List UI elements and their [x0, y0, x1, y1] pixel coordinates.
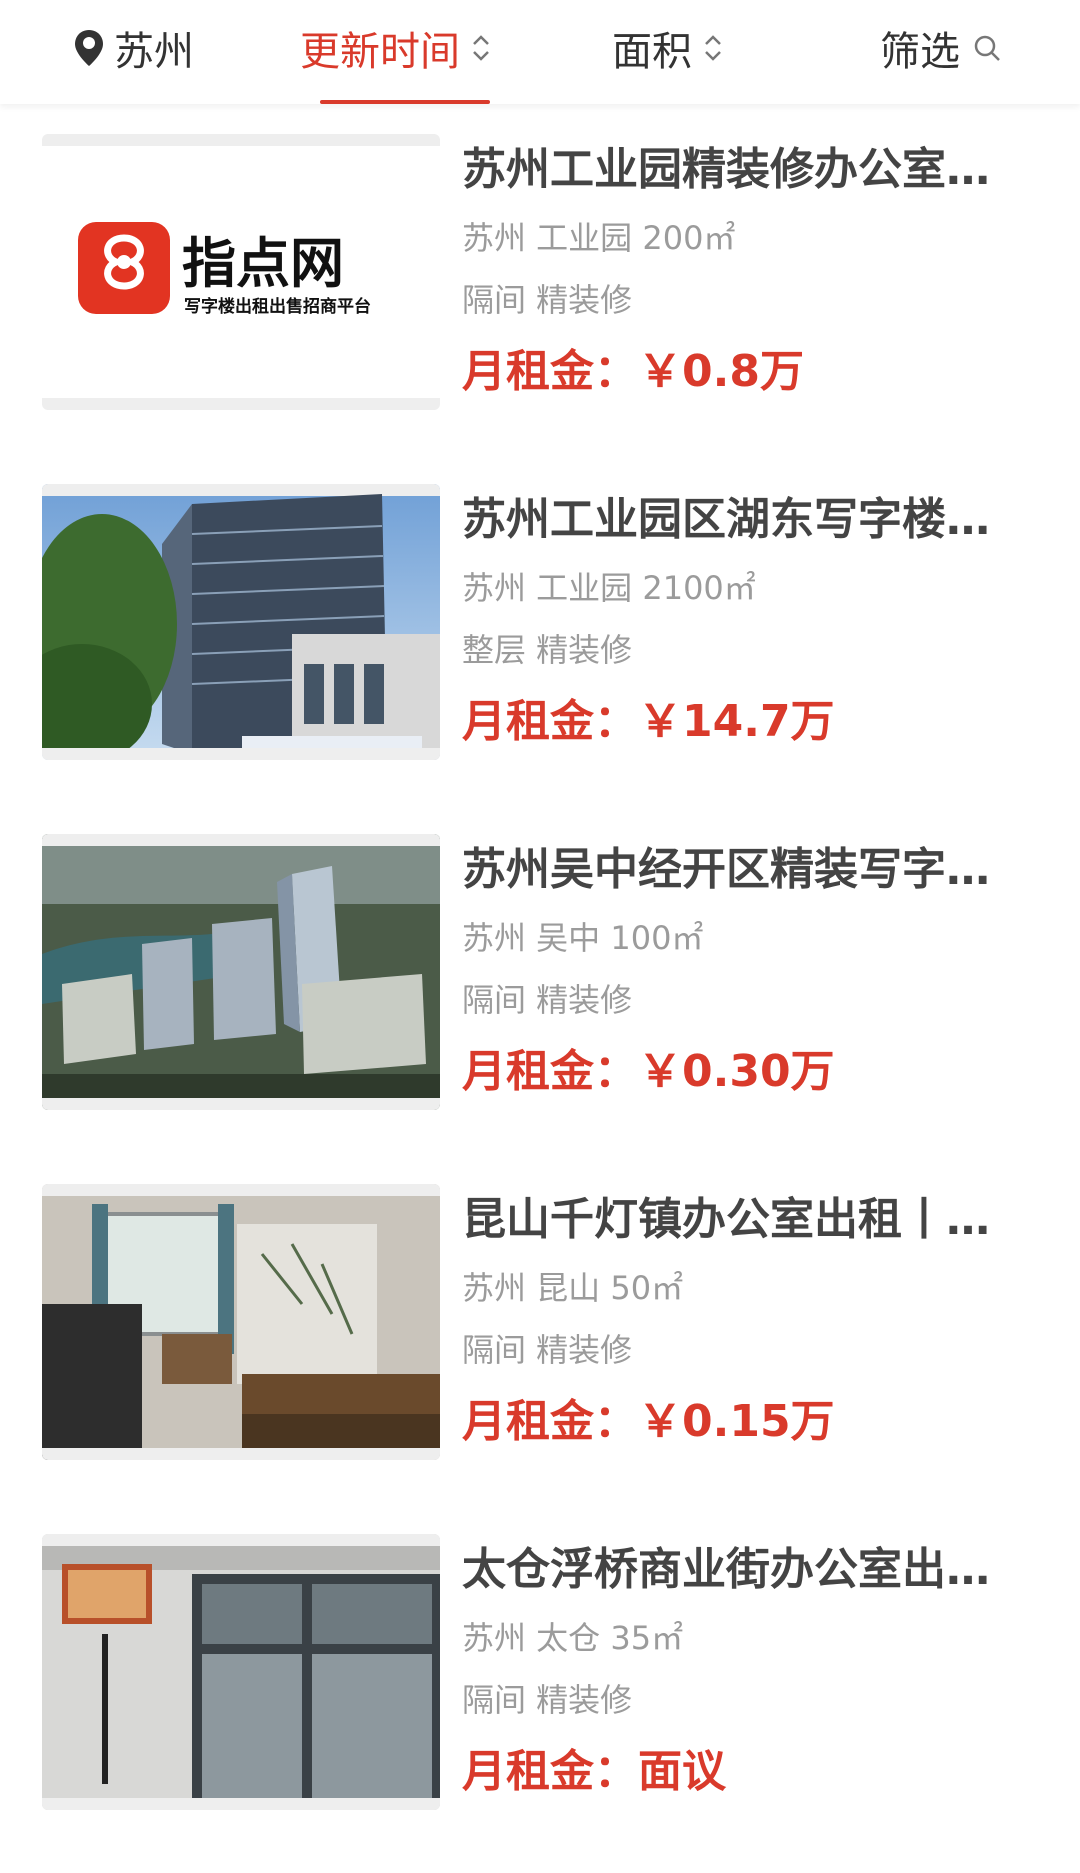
listing-title[interactable]: 苏州工业园精装修办公室…: [462, 140, 1022, 200]
price-value: ￥14.7万: [638, 696, 835, 747]
sort-time-label: 更新时间: [300, 29, 460, 75]
listing-location-area: 苏州 工业园 200㎡: [462, 219, 736, 257]
listing-location-area: 苏州 工业园 2100㎡: [462, 569, 756, 607]
price-label: 月租金：: [462, 346, 638, 397]
listing-location-area: 苏州 吴中 100㎡: [462, 919, 704, 957]
listing-price: 月租金：面议: [462, 1742, 1022, 1802]
building-photo: [42, 484, 440, 760]
sort-area-label: 面积: [612, 29, 692, 75]
price-label: 月租金：: [462, 1396, 638, 1447]
listing-title[interactable]: 昆山千灯镇办公室出租丨…: [462, 1190, 1022, 1250]
listing-tags: 隔间 精装修: [462, 281, 633, 319]
listing-location-area: 苏州 昆山 50㎡: [462, 1269, 684, 1307]
listing-title[interactable]: 太仓浮桥商业街办公室出…: [462, 1540, 1022, 1600]
office-interior-photo: [42, 1184, 440, 1460]
listing-price: 月租金：￥0.30万: [462, 1042, 1022, 1102]
price-value: 面议: [638, 1746, 726, 1797]
listing-thumbnail: 指点网 写字楼出租出售招商平台: [42, 134, 440, 410]
listing-price: 月租金：￥14.7万: [462, 692, 1022, 752]
listing-tags: 隔间 精装修: [462, 981, 633, 1019]
price-value: ￥0.30万: [638, 1046, 835, 1097]
listing-thumbnail: [42, 484, 440, 760]
price-label: 月租金：: [462, 696, 638, 747]
search-icon: [974, 35, 1000, 61]
price-value: ￥0.8万: [638, 346, 804, 397]
listing-thumbnail: [42, 834, 440, 1110]
listing-item[interactable]: 苏州吴中经开区精装写字… 苏州 吴中 100㎡ 隔间 精装修 月租金：￥0.30…: [0, 804, 1080, 1110]
listing-item[interactable]: 昆山千灯镇办公室出租丨… 苏州 昆山 50㎡ 隔间 精装修 月租金：￥0.15万: [0, 1154, 1080, 1460]
filter-button[interactable]: 筛选: [880, 18, 1002, 78]
city-selector[interactable]: 苏州: [72, 18, 194, 78]
aerial-rendering-photo: [42, 834, 440, 1110]
sort-updown-icon: [473, 35, 489, 61]
listing-title[interactable]: 苏州工业园区湖东写字楼…: [462, 490, 1022, 550]
listing-title[interactable]: 苏州吴中经开区精装写字…: [462, 840, 1022, 900]
listing-tags: 隔间 精装修: [462, 1681, 633, 1719]
listing-thumbnail: [42, 1534, 440, 1810]
filter-bar: 苏州 更新时间 面积 筛选: [0, 0, 1080, 104]
price-label: 月租金：: [462, 1746, 638, 1797]
logo-subtext: 写字楼出租出售招商平台: [184, 296, 371, 317]
listing-item[interactable]: 指点网 写字楼出租出售招商平台 苏州工业园精装修办公室… 苏州 工业园 200㎡…: [0, 104, 1080, 410]
location-pin-icon: [75, 30, 103, 66]
listing-item[interactable]: 苏州工业园区湖东写字楼… 苏州 工业园 2100㎡ 整层 精装修 月租金：￥14…: [0, 454, 1080, 760]
brand-logo-image: 指点网 写字楼出租出售招商平台: [42, 134, 440, 410]
storefront-photo: [42, 1534, 440, 1810]
listing-price: 月租金：￥0.15万: [462, 1392, 1022, 1452]
listing-tags: 隔间 精装修: [462, 1331, 633, 1369]
logo-text: 指点网: [182, 232, 344, 295]
listing-thumbnail: [42, 1184, 440, 1460]
listing-price: 月租金：￥0.8万: [462, 342, 1022, 402]
listing-location-area: 苏州 太仓 35㎡: [462, 1619, 684, 1657]
price-label: 月租金：: [462, 1046, 638, 1097]
listing-item[interactable]: 太仓浮桥商业街办公室出… 苏州 太仓 35㎡ 隔间 精装修 月租金：面议: [0, 1504, 1080, 1810]
sort-updown-icon: [705, 35, 721, 61]
listing-tags: 整层 精装修: [462, 631, 633, 669]
city-label: 苏州: [114, 29, 194, 75]
price-value: ￥0.15万: [638, 1396, 835, 1447]
filter-label: 筛选: [880, 29, 960, 75]
sort-by-update-time[interactable]: 更新时间: [300, 18, 492, 78]
sort-by-area[interactable]: 面积: [612, 18, 724, 78]
